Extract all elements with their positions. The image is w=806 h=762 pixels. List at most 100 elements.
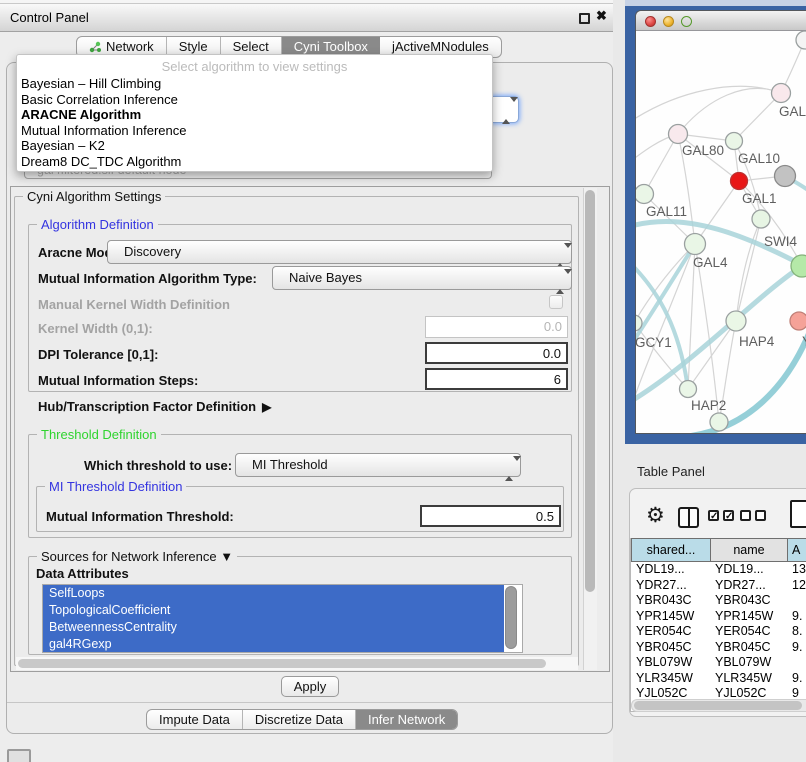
node-label-y: Y	[802, 334, 806, 349]
network-node[interactable]	[636, 185, 654, 204]
network-canvas[interactable]: GAL7GAL80GAL10GAL1GAL11SWI4GAL4GCY1HAP4Y…	[636, 31, 806, 433]
algorithm-option-basic-correlation-inference[interactable]: Basic Correlation Inference	[17, 92, 492, 108]
node-label-gal10: GAL10	[738, 151, 780, 166]
table-row[interactable]: YLR345WYLR345W9.	[631, 671, 806, 687]
unchecked-checkbox-icon[interactable]	[740, 510, 751, 521]
manual-kernel-checkbox[interactable]	[549, 295, 563, 309]
network-window-titlebar[interactable]	[636, 11, 806, 31]
network-node[interactable]	[685, 234, 706, 255]
control-panel-titlebar	[0, 4, 614, 32]
checked-checkbox-icon[interactable]: ✓	[723, 510, 734, 521]
table-row[interactable]: YDR27...YDR27...12	[631, 578, 806, 594]
table-cell: YDL19...	[631, 562, 710, 578]
table-cell: YBR045C	[631, 640, 710, 656]
table-row[interactable]: YPR145WYPR145W9.	[631, 609, 806, 625]
table-cell: YDR27...	[710, 578, 787, 594]
table-row[interactable]: YDL19...YDL19...13	[631, 562, 806, 578]
dpi-tolerance-field[interactable]: 0.0	[425, 342, 568, 364]
control-panel-title: Control Panel	[10, 4, 89, 32]
node-label-gcy1: GCY1	[636, 335, 672, 350]
unchecked-checkbox-icon[interactable]	[755, 510, 766, 521]
combo-arrows-icon	[556, 245, 564, 261]
network-node[interactable]	[726, 311, 746, 331]
table-row[interactable]: YER054CYER054C8.	[631, 624, 806, 640]
dpi-tolerance-label: DPI Tolerance [0,1]:	[38, 347, 158, 362]
table-cell: 9.	[787, 640, 806, 656]
table-cell: 9.	[787, 671, 806, 687]
minimize-traffic-light[interactable]	[663, 16, 674, 27]
network-edge	[695, 244, 719, 422]
hub-definition-toggle[interactable]: Hub/Transcription Factor Definition▶	[38, 399, 271, 414]
sources-group-title[interactable]: Sources for Network Inference ▼	[37, 549, 237, 564]
gear-icon[interactable]: ⚙	[646, 503, 665, 529]
table-row[interactable]: YJL052CYJL052C9	[631, 686, 806, 700]
tab-discretize-data[interactable]: Discretize Data	[243, 710, 356, 729]
column-layout-icon[interactable]	[678, 507, 699, 528]
network-node[interactable]	[772, 84, 791, 103]
attribute-item-gal4rgexp[interactable]: gal4RGexp	[43, 636, 504, 653]
table-hscroll-thumb[interactable]	[634, 701, 802, 710]
kernel-width-field[interactable]: 0.0	[425, 316, 568, 338]
network-node[interactable]	[796, 31, 806, 49]
settings-hscroll-thumb[interactable]	[18, 659, 546, 668]
network-node[interactable]	[731, 173, 748, 190]
column-header-a[interactable]: A	[787, 538, 806, 562]
expanded-arrow-icon: ▼	[220, 549, 233, 564]
table-cell: 9	[787, 686, 806, 700]
algorithm-option-mutual-information-inference[interactable]: Mutual Information Inference	[17, 123, 492, 139]
algorithm-option-bayesian-hill-climbing[interactable]: Bayesian – Hill Climbing	[17, 76, 492, 92]
aracne-mode-combo[interactable]: Discovery	[107, 240, 572, 264]
network-node[interactable]	[752, 210, 770, 228]
node-label-hap4: HAP4	[739, 334, 775, 349]
network-node[interactable]	[790, 312, 806, 330]
threshold-definition-title: Threshold Definition	[37, 427, 161, 442]
column-header-shared-[interactable]: shared...	[631, 538, 711, 562]
zoom-traffic-light[interactable]	[681, 16, 692, 27]
document-icon[interactable]	[790, 500, 806, 528]
apply-button[interactable]: Apply	[281, 676, 339, 697]
tab-impute-data[interactable]: Impute Data	[147, 710, 243, 729]
mi-threshold-label: Mutual Information Threshold:	[46, 509, 234, 524]
network-node[interactable]	[669, 125, 688, 144]
table-cell: 13	[787, 562, 806, 578]
node-label-gal7: GAL7	[779, 104, 806, 119]
algorithm-placeholder: Select algorithm to view settings	[17, 59, 492, 76]
algorithm-option-aracne-algorithm[interactable]: ARACNE Algorithm	[17, 107, 492, 123]
checked-checkbox-icon[interactable]: ✓	[708, 510, 719, 521]
algorithm-option-dream8-dc-tdc-algorithm[interactable]: Dream8 DC_TDC Algorithm	[17, 154, 492, 170]
attribute-item-betweennesscentrality[interactable]: BetweennessCentrality	[43, 619, 504, 636]
close-traffic-light[interactable]	[645, 16, 656, 27]
tab-infer-network[interactable]: Infer Network	[356, 710, 457, 729]
attribute-item-selfloops[interactable]: SelfLoops	[43, 585, 504, 602]
network-node[interactable]	[710, 413, 728, 431]
settings-vscroll-thumb[interactable]	[585, 190, 595, 592]
node-label-gal80: GAL80	[682, 143, 724, 158]
cyni-algorithm-settings-title: Cyni Algorithm Settings	[23, 189, 165, 204]
table-row[interactable]: YBR043CYBR043C	[631, 593, 806, 609]
attributes-list-scrollbar[interactable]	[505, 586, 517, 649]
which-threshold-label: Which threshold to use:	[84, 458, 232, 473]
table-row[interactable]: YBL079WYBL079W	[631, 655, 806, 671]
data-attributes-list: SelfLoopsTopologicalCoefficientBetweenne…	[42, 584, 523, 653]
node-label-swi4: SWI4	[764, 234, 797, 249]
attribute-item-topologicalcoefficient[interactable]: TopologicalCoefficient	[43, 602, 504, 619]
float-panel-icon[interactable]	[579, 13, 590, 24]
which-threshold-combo[interactable]: MI Threshold	[235, 453, 521, 477]
mi-threshold-field[interactable]: 0.5	[420, 505, 561, 527]
column-header-name[interactable]: name	[710, 538, 788, 562]
algorithm-option-bayesian-k2[interactable]: Bayesian – K2	[17, 138, 492, 154]
table-row[interactable]: YBR045CYBR045C9.	[631, 640, 806, 656]
mi-type-value: Naive Bayes	[289, 270, 362, 285]
close-icon[interactable]: ✖	[596, 8, 607, 24]
mi-steps-field[interactable]: 6	[425, 368, 568, 390]
network-node[interactable]	[680, 381, 697, 398]
node-label-gal4: GAL4	[693, 255, 728, 270]
mi-type-combo[interactable]: Naive Bayes	[272, 266, 572, 290]
node-label-hap2: HAP2	[691, 398, 726, 413]
table-cell: YLR345W	[710, 671, 787, 687]
clipped-bottom-button[interactable]	[7, 749, 31, 762]
table-rows: YDL19...YDL19...13YDR27...YDR27...12YBR0…	[631, 562, 806, 700]
network-node[interactable]	[775, 166, 796, 187]
algorithm-combo-right-cap[interactable]	[492, 96, 519, 123]
network-node[interactable]	[726, 133, 743, 150]
